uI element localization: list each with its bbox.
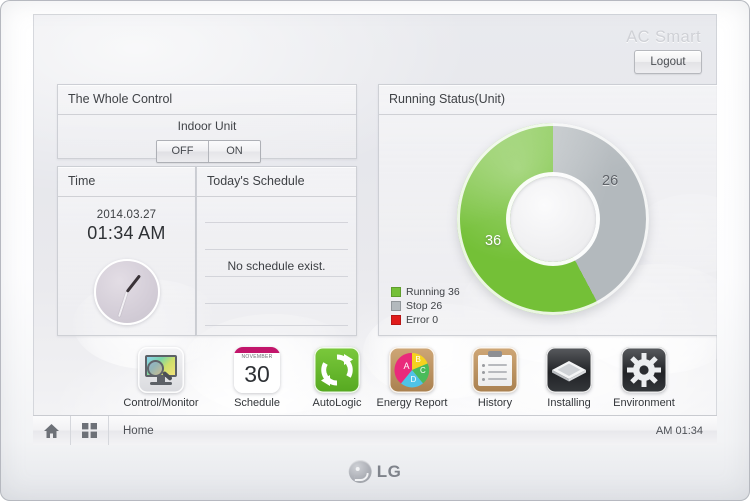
refresh-cycle-icon: [314, 347, 360, 393]
lg-logo: LG: [348, 460, 402, 483]
legend-label-error: Error 0: [406, 313, 439, 326]
legend-swatch-error: [391, 314, 401, 325]
running-status-donut-chart: 36 26: [457, 123, 649, 315]
whole-control-title: The Whole Control: [68, 92, 173, 106]
chart-legend: Running 36 Stop 26 Error 0: [391, 285, 460, 327]
app-environment[interactable]: Environment: [596, 347, 692, 409]
donut-center-hole: [510, 176, 596, 262]
lg-ac-smart-device: AC Smart Logout The Whole Control Indoor…: [0, 0, 750, 501]
pie-chart-icon: A B C D: [389, 347, 435, 393]
grid-menu-button[interactable]: [71, 416, 109, 445]
indoor-unit-off-button[interactable]: OFF: [157, 141, 209, 162]
current-time: 01:34 AM: [87, 223, 166, 243]
monitor-magnifier-icon: [138, 347, 184, 393]
legend-label-running: Running 36: [406, 285, 460, 298]
svg-text:B: B: [416, 355, 421, 364]
app-title: AC Smart: [626, 28, 701, 46]
indoor-unit-on-button[interactable]: ON: [209, 141, 260, 162]
ac-cassette-icon: [546, 347, 592, 393]
clock-hour-hand: [125, 274, 141, 293]
ac-cassette-glyph: [552, 361, 586, 382]
time-panel: Time 2014.03.27 01:34 AM: [57, 166, 196, 336]
legend-item-running: Running 36: [391, 285, 460, 298]
refresh-cycle-glyph: [321, 354, 353, 386]
analog-clock: [93, 259, 160, 325]
indoor-unit-toggle-group: OFF ON: [156, 140, 261, 163]
time-panel-title: Time: [68, 174, 96, 188]
indoor-unit-label: Indoor Unit: [177, 119, 237, 133]
running-status-panel: Running Status(Unit) 36 26 Running 36 St…: [378, 84, 717, 336]
app-label: Control/Monitor: [123, 397, 199, 409]
pie-chart-glyph: A B C D: [394, 352, 430, 388]
grid-icon: [82, 423, 97, 438]
touch-screen: AC Smart Logout The Whole Control Indoor…: [33, 14, 717, 445]
app-dock: Control/Monitor NOVEMBER 30 Schedule Aut…: [33, 341, 717, 417]
donut-value-stop: 26: [602, 173, 619, 189]
app-label: Environment: [613, 397, 675, 409]
breadcrumb[interactable]: Home: [109, 425, 154, 437]
statusbar-time: AM 01:34: [655, 424, 703, 437]
gear-icon: [621, 347, 667, 393]
panel-divider: [58, 114, 356, 115]
legend-item-error: Error 0: [391, 313, 460, 326]
panel-divider: [58, 196, 195, 197]
lg-wordmark: LG: [376, 461, 402, 481]
legend-label-stop: Stop 26: [406, 299, 443, 312]
status-bar: Home AM 01:34: [33, 415, 717, 445]
svg-text:C: C: [420, 366, 426, 375]
schedule-rule: [205, 276, 348, 277]
panel-divider: [379, 114, 717, 115]
panel-divider: [197, 196, 356, 197]
schedule-rule: [205, 249, 348, 250]
legend-item-stop: Stop 26: [391, 299, 460, 312]
schedule-empty-message: No schedule exist.: [227, 259, 326, 273]
schedule-panel-title: Today's Schedule: [207, 174, 305, 188]
schedule-rule: [205, 222, 348, 223]
lg-mark-icon: [348, 460, 372, 483]
logout-button[interactable]: Logout: [634, 50, 702, 74]
donut-value-running: 36: [485, 233, 502, 249]
gear-glyph: [627, 353, 661, 387]
whole-control-panel: The Whole Control Indoor Unit OFF ON: [57, 84, 357, 163]
calendar-day: 30: [244, 361, 270, 387]
current-date: 2014.03.27: [96, 209, 157, 221]
clipboard-icon: [472, 347, 518, 393]
legend-swatch-stop: [391, 300, 401, 311]
legend-swatch-running: [391, 286, 401, 297]
clock-minute-hand: [117, 291, 128, 318]
today-schedule-panel: Today's Schedule No schedule exist.: [196, 166, 357, 336]
running-status-title: Running Status(Unit): [389, 92, 506, 106]
schedule-rule: [205, 325, 348, 326]
svg-text:A: A: [404, 361, 410, 371]
app-label: Energy Report: [376, 397, 448, 409]
home-icon: [44, 423, 59, 438]
calendar-icon: NOVEMBER 30: [234, 347, 280, 393]
app-energy-report[interactable]: A B C D Energy Report: [364, 347, 460, 409]
svg-text:D: D: [411, 375, 417, 384]
schedule-rule: [205, 303, 348, 304]
app-control-monitor[interactable]: Control/Monitor: [113, 347, 209, 409]
home-button[interactable]: [33, 416, 71, 445]
